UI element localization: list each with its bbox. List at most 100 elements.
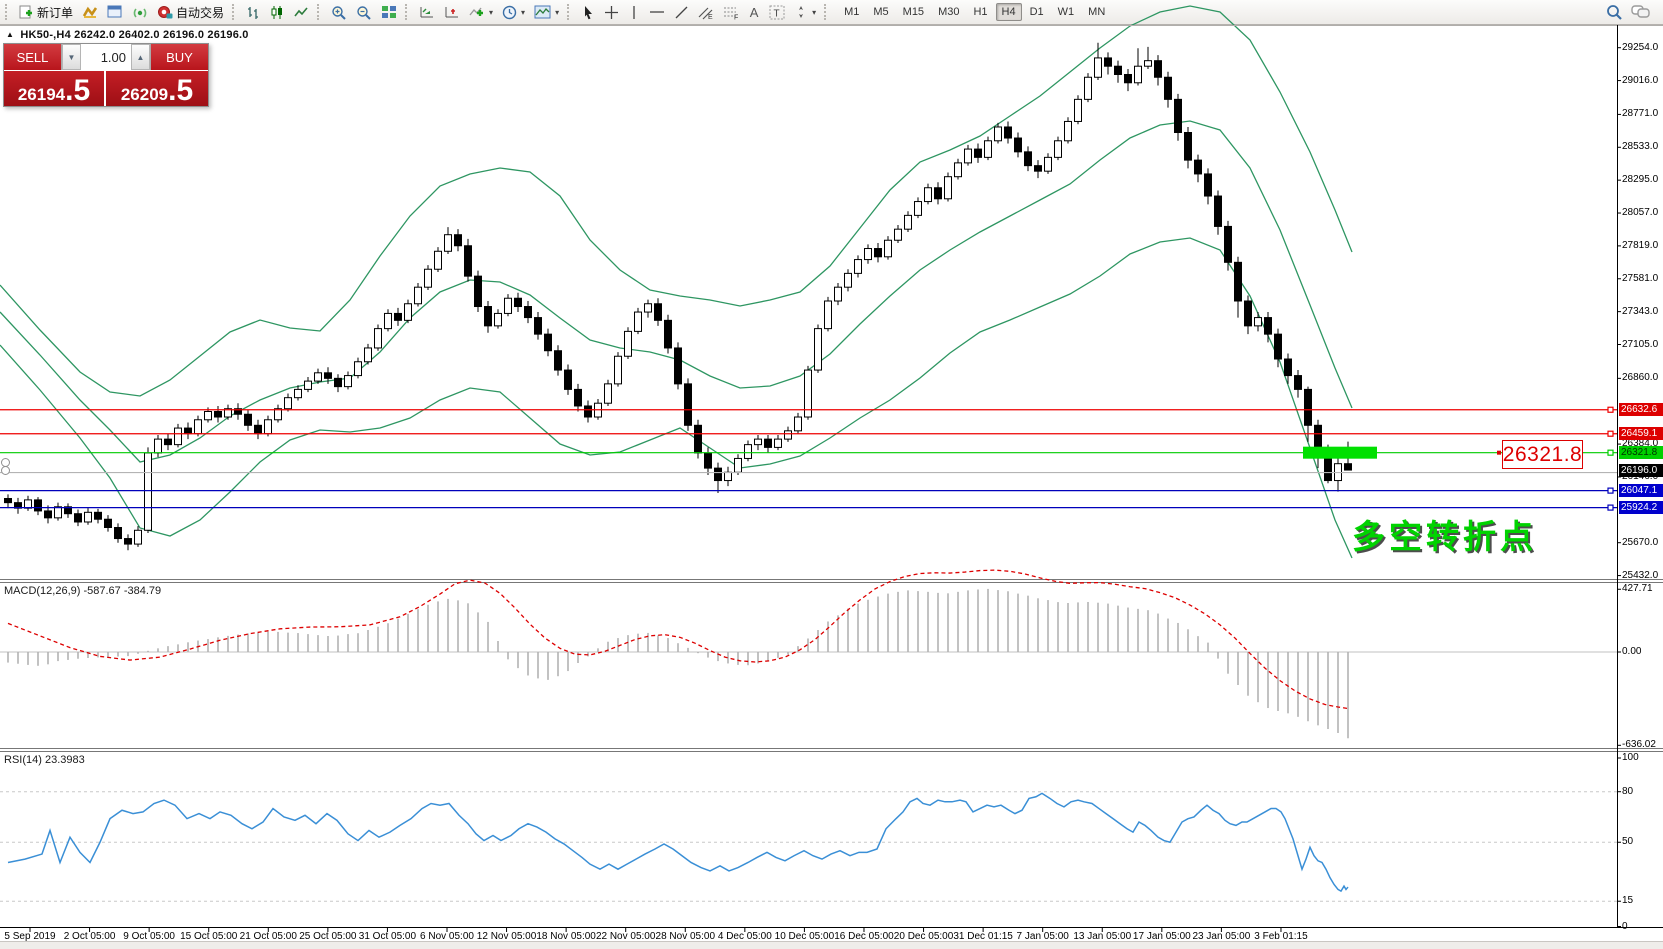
candle-bear[interactable] — [1015, 138, 1022, 152]
candle-bull[interactable] — [175, 428, 182, 445]
volume-down-button[interactable]: ▼ — [62, 44, 81, 70]
candle-bear[interactable] — [1195, 160, 1202, 174]
candle-bear[interactable] — [665, 320, 672, 348]
candle-bear[interactable] — [185, 428, 192, 434]
candle-bear[interactable] — [675, 348, 682, 384]
candle-bear[interactable] — [455, 235, 462, 246]
candle-bear[interactable] — [165, 439, 172, 445]
candle-bull[interactable] — [1095, 58, 1102, 77]
candle-bear[interactable] — [105, 519, 112, 527]
candle-bull[interactable] — [305, 381, 312, 389]
level-line-handle[interactable] — [1608, 450, 1613, 455]
candle-bear[interactable] — [555, 351, 562, 370]
candle-bull[interactable] — [945, 177, 952, 199]
line-anchor-icon[interactable] — [1, 466, 10, 475]
candle-bear[interactable] — [215, 411, 222, 417]
candle-bull[interactable] — [445, 235, 452, 252]
candle-bear[interactable] — [245, 414, 252, 425]
candle-bull[interactable] — [1075, 99, 1082, 121]
candle-bull[interactable] — [205, 411, 212, 419]
candle-bear[interactable] — [75, 514, 82, 522]
candle-bull[interactable] — [925, 188, 932, 202]
candle-bull[interactable] — [405, 304, 412, 321]
candle-bear[interactable] — [45, 511, 52, 518]
candle-bull[interactable] — [375, 329, 382, 348]
candle-bull[interactable] — [645, 304, 652, 312]
price-callout-box[interactable]: 26321.8 — [1502, 440, 1583, 469]
candle-bear[interactable] — [1025, 152, 1032, 166]
candle-bull[interactable] — [625, 331, 632, 356]
candle-bear[interactable] — [525, 307, 532, 318]
candle-bear[interactable] — [545, 334, 552, 351]
candle-bull[interactable] — [785, 431, 792, 439]
candle-bear[interactable] — [1175, 99, 1182, 132]
candle-bear[interactable] — [325, 373, 332, 379]
level-line-handle[interactable] — [1608, 431, 1613, 436]
candle-bull[interactable] — [905, 215, 912, 229]
candle-bull[interactable] — [615, 356, 622, 384]
candle-bull[interactable] — [985, 141, 992, 158]
candle-bull[interactable] — [915, 202, 922, 216]
level-line-handle[interactable] — [1608, 407, 1613, 412]
candle-bull[interactable] — [1255, 318, 1262, 326]
candle-bull[interactable] — [795, 417, 802, 431]
candle-bull[interactable] — [425, 269, 432, 287]
candle-bear[interactable] — [485, 307, 492, 326]
candle-bear[interactable] — [1285, 359, 1292, 376]
candle-bull[interactable] — [635, 312, 642, 331]
candle-bull[interactable] — [955, 163, 962, 177]
candle-bull[interactable] — [735, 458, 742, 472]
candle-bear[interactable] — [465, 246, 472, 276]
candle-bull[interactable] — [845, 273, 852, 287]
candle-bull[interactable] — [195, 420, 202, 434]
candle-bear[interactable] — [1005, 127, 1012, 138]
candle-bear[interactable] — [695, 425, 702, 453]
candle-bull[interactable] — [865, 249, 872, 260]
candle-bear[interactable] — [1035, 166, 1042, 172]
candle-bull[interactable] — [1055, 141, 1062, 158]
candle-bull[interactable] — [345, 376, 352, 387]
candle-bear[interactable] — [765, 439, 772, 447]
candle-bull[interactable] — [895, 229, 902, 240]
candle-bull[interactable] — [885, 240, 892, 257]
candle-bear[interactable] — [715, 468, 722, 480]
candle-bull[interactable] — [295, 389, 302, 397]
candle-bear[interactable] — [655, 304, 662, 321]
green-highlight-rect[interactable] — [1303, 447, 1377, 459]
sell-price-panel[interactable]: 26194 .5 — [4, 71, 106, 106]
candle-bear[interactable] — [5, 499, 12, 503]
candle-bull[interactable] — [995, 127, 1002, 141]
candle-bear[interactable] — [395, 313, 402, 320]
candle-bear[interactable] — [1295, 376, 1302, 390]
candle-bear[interactable] — [1305, 389, 1312, 425]
candle-bull[interactable] — [835, 287, 842, 301]
candle-bull[interactable] — [755, 439, 762, 445]
candle-bull[interactable] — [415, 287, 422, 304]
level-line-handle[interactable] — [1608, 488, 1613, 493]
candle-bull[interactable] — [85, 512, 92, 522]
candle-bear[interactable] — [1205, 174, 1212, 196]
candle-bear[interactable] — [1275, 334, 1282, 359]
candle-bull[interactable] — [1045, 157, 1052, 171]
candle-bull[interactable] — [365, 348, 372, 362]
candle-bear[interactable] — [35, 500, 42, 511]
volume-value[interactable]: 1.00 — [81, 44, 131, 70]
candle-bull[interactable] — [385, 313, 392, 328]
candle-bear[interactable] — [1245, 301, 1252, 326]
candle-bear[interactable] — [1265, 318, 1272, 335]
candle-bull[interactable] — [265, 420, 272, 434]
candle-bull[interactable] — [355, 362, 362, 376]
candle-bear[interactable] — [1125, 74, 1132, 82]
candle-bull[interactable] — [1145, 61, 1152, 67]
candle-bear[interactable] — [705, 453, 712, 468]
candle-bear[interactable] — [535, 318, 542, 335]
sell-button[interactable]: SELL — [4, 44, 61, 70]
candle-bear[interactable] — [1165, 77, 1172, 99]
candle-bear[interactable] — [585, 406, 592, 417]
candle-bull[interactable] — [25, 500, 32, 508]
candle-bear[interactable] — [1105, 58, 1112, 66]
candle-bear[interactable] — [565, 370, 572, 389]
candle-bull[interactable] — [155, 439, 162, 453]
candle-bear[interactable] — [1345, 464, 1352, 470]
candle-bull[interactable] — [605, 384, 612, 403]
